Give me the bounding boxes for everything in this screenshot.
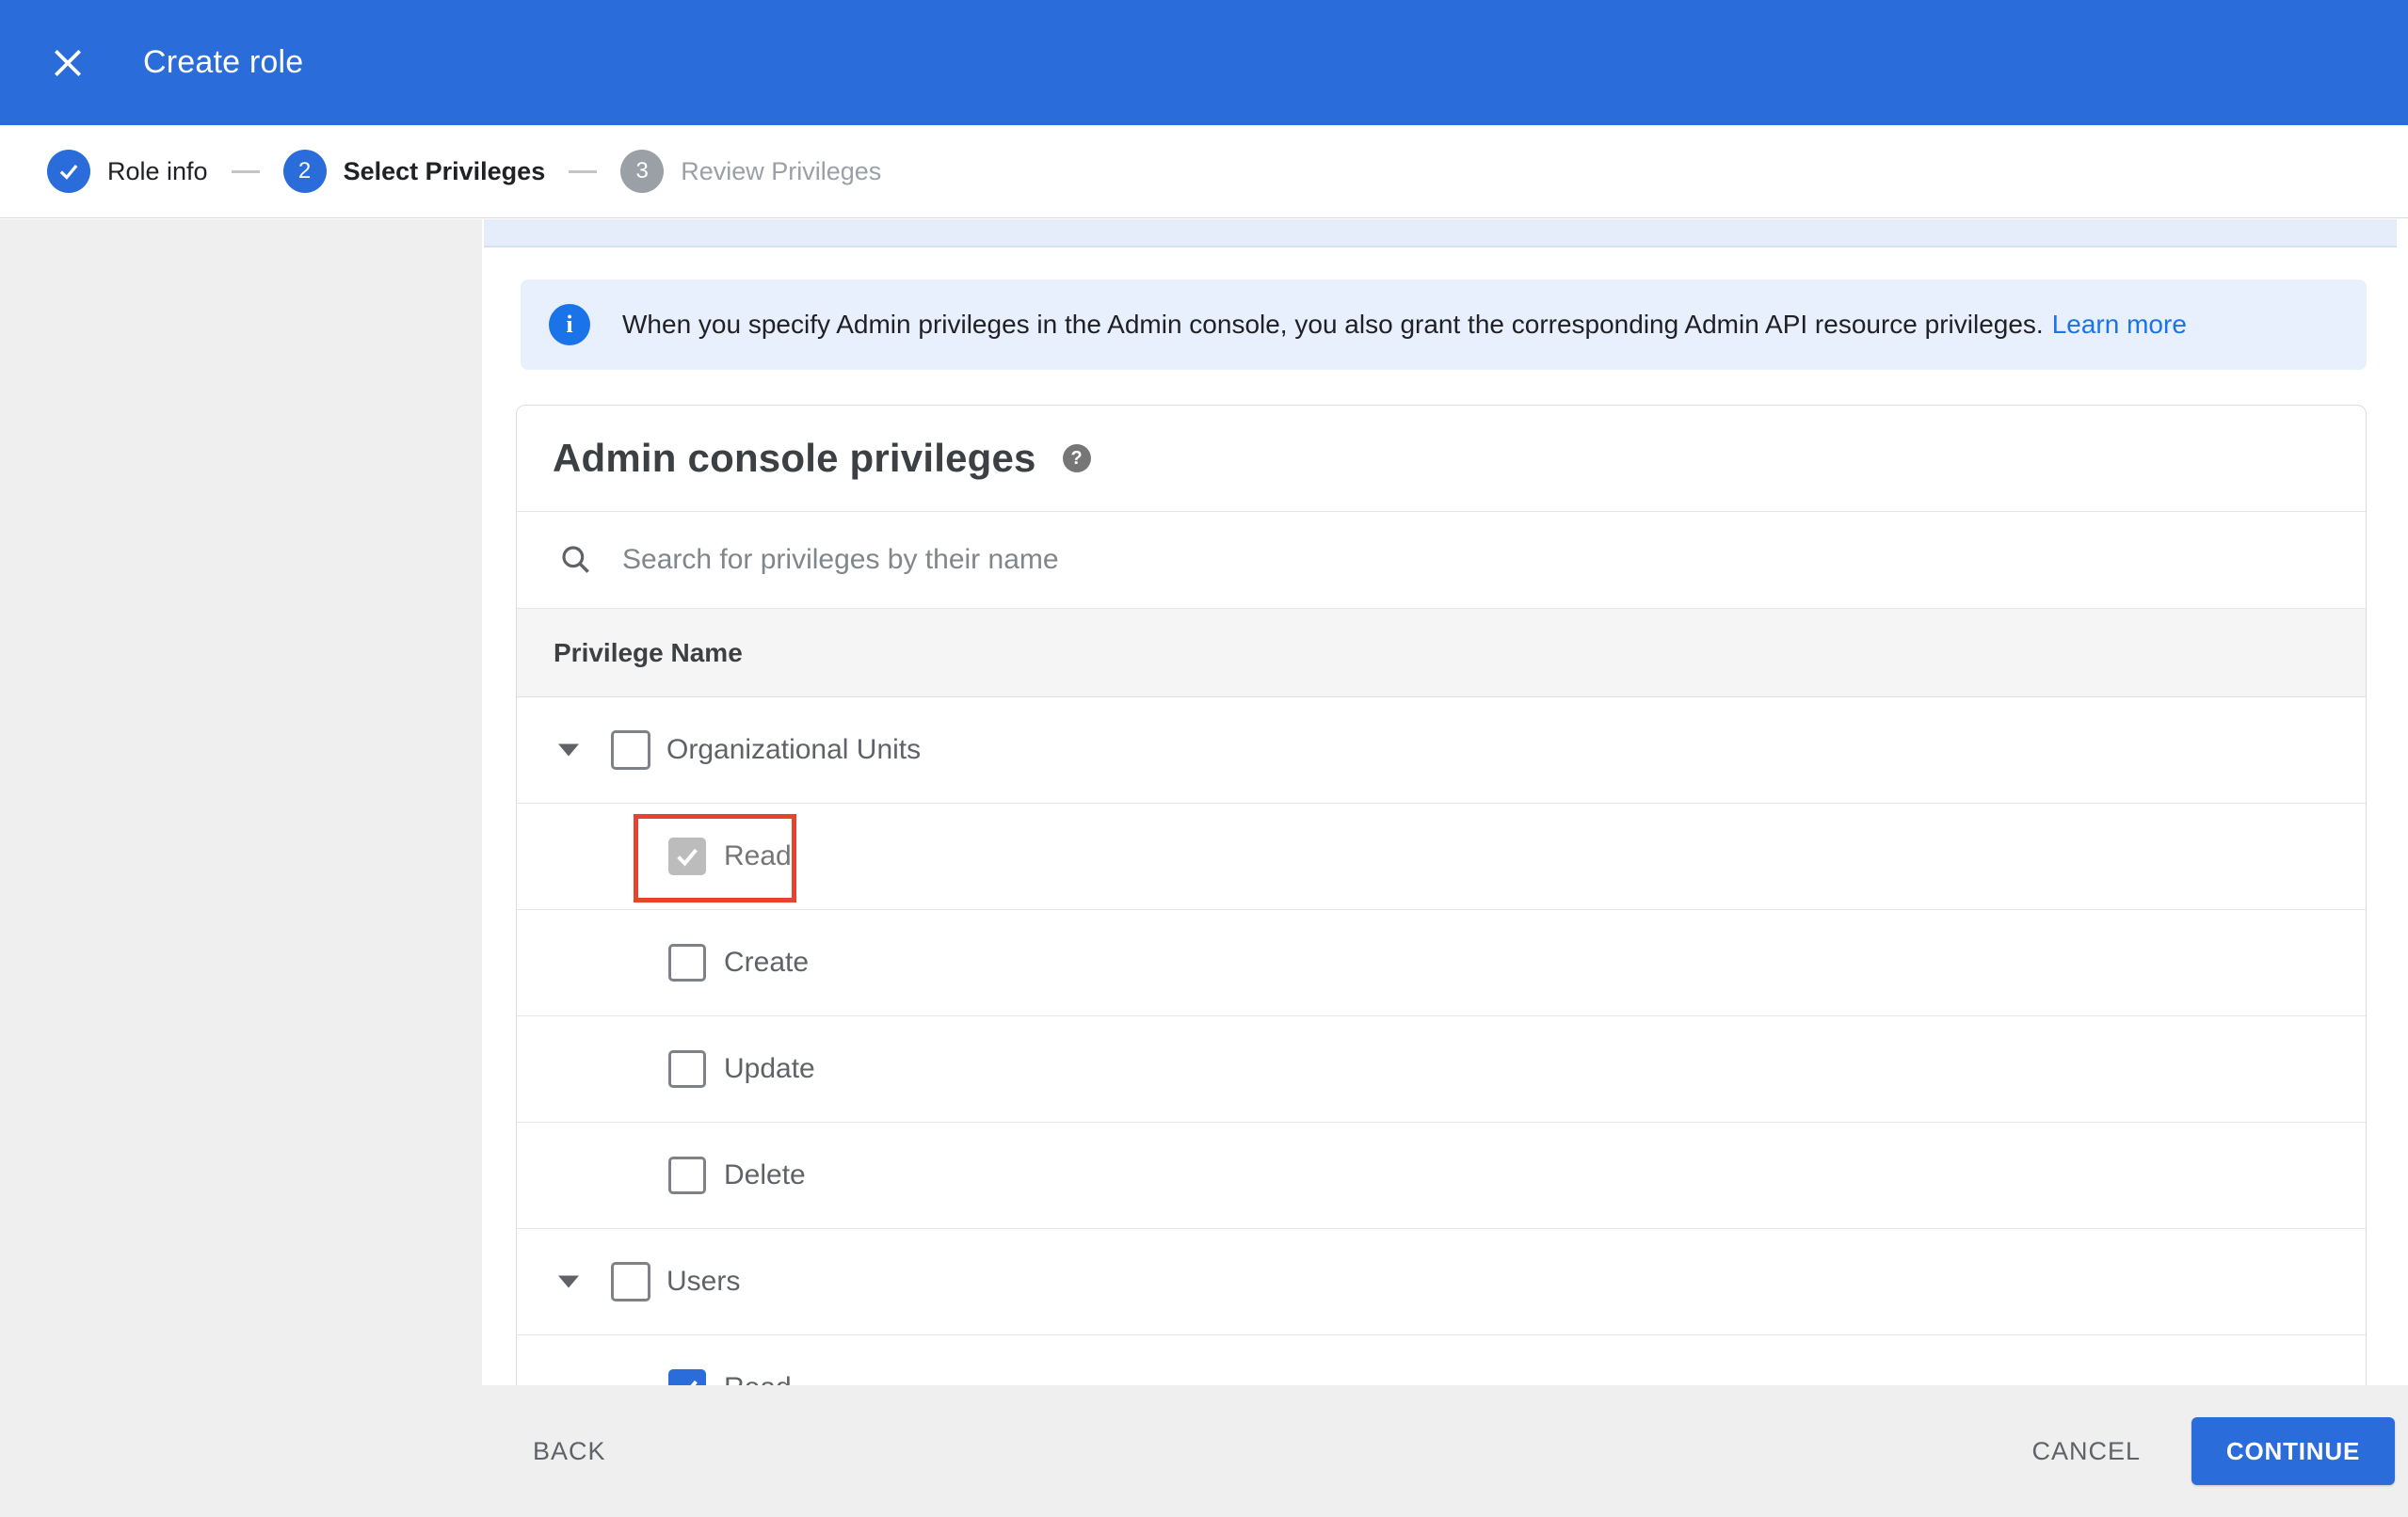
info-banner: i When you specify Admin privileges in t…	[521, 279, 2367, 370]
privilege-label: Create	[724, 947, 810, 978]
close-button[interactable]	[41, 37, 94, 89]
column-header: Privilege Name	[517, 608, 2366, 697]
step1-check-icon	[47, 150, 90, 193]
app-header: Create role	[0, 0, 2408, 125]
card-title: Admin console privileges	[553, 436, 1036, 480]
content-area: i When you specify Admin privileges in t…	[0, 219, 2408, 1385]
privilege-search-row	[517, 512, 2366, 608]
step-review-privileges[interactable]: 3 Review Privileges	[620, 150, 881, 193]
privilege-row[interactable]: Create	[517, 910, 2366, 1016]
create-role-dialog: Create role Role info 2 Select Privilege…	[0, 0, 2408, 1517]
main-panel: i When you specify Admin privileges in t…	[482, 219, 2408, 1385]
privilege-row[interactable]: Read	[517, 1335, 2366, 1385]
privilege-checkbox[interactable]	[668, 1050, 706, 1088]
admin-privileges-card: Admin console privileges ? Privilege Nam…	[516, 405, 2367, 1385]
step3-label: Review Privileges	[681, 156, 882, 185]
privilege-checkbox[interactable]	[668, 1157, 706, 1194]
continue-button[interactable]: CONTINUE	[2191, 1417, 2395, 1485]
step-connector	[231, 169, 260, 173]
step-select-privileges[interactable]: 2 Select Privileges	[282, 150, 546, 193]
step-role-info[interactable]: Role info	[47, 150, 208, 193]
search-icon	[562, 546, 589, 573]
search-input[interactable]	[622, 544, 1940, 576]
footer-action-bar: BACK CANCEL CONTINUE	[0, 1385, 2408, 1517]
privilege-checkbox[interactable]	[668, 944, 706, 982]
privilege-checkbox[interactable]	[611, 730, 650, 770]
annotation-highlight-box	[634, 814, 796, 902]
privilege-label: Update	[724, 1053, 815, 1084]
collapse-caret-icon[interactable]	[558, 1275, 579, 1288]
privilege-row[interactable]: Update	[517, 1016, 2366, 1123]
privilege-label: Organizational Units	[666, 734, 922, 765]
cancel-button[interactable]: CANCEL	[2022, 1418, 2150, 1485]
card-title-row: Admin console privileges ?	[517, 406, 2366, 512]
info-icon: i	[549, 304, 590, 345]
privilege-list: Organizational Units Read Create Update	[517, 697, 2366, 1385]
privilege-label: Read	[724, 1372, 792, 1385]
learn-more-link[interactable]: Learn more	[2052, 310, 2187, 340]
privilege-checkbox[interactable]	[668, 1369, 706, 1385]
scrolled-content-edge	[484, 219, 2397, 248]
step-connector	[569, 169, 598, 173]
privilege-label: Delete	[724, 1159, 806, 1190]
help-question-icon[interactable]: ?	[1062, 444, 1091, 472]
step2-label: Select Privileges	[343, 156, 546, 185]
close-icon	[54, 49, 82, 76]
privilege-row[interactable]: Users	[517, 1229, 2366, 1335]
step2-number: 2	[282, 150, 327, 193]
back-button[interactable]: BACK	[523, 1418, 616, 1485]
page-title: Create role	[143, 44, 304, 80]
privilege-row[interactable]: Organizational Units	[517, 697, 2366, 804]
step3-number: 3	[620, 150, 665, 193]
privilege-label: Users	[666, 1266, 741, 1297]
privilege-row[interactable]: Delete	[517, 1123, 2366, 1229]
left-gutter	[0, 219, 482, 1385]
step1-label: Role info	[107, 156, 208, 185]
privilege-row[interactable]: Read	[517, 804, 2366, 910]
banner-text: When you specify Admin privileges in the…	[622, 310, 2044, 339]
collapse-caret-icon[interactable]	[558, 743, 579, 757]
checkmark-icon	[690, 1380, 698, 1385]
privilege-checkbox[interactable]	[611, 1262, 650, 1301]
wizard-stepper: Role info 2 Select Privileges 3 Review P…	[0, 125, 2408, 218]
